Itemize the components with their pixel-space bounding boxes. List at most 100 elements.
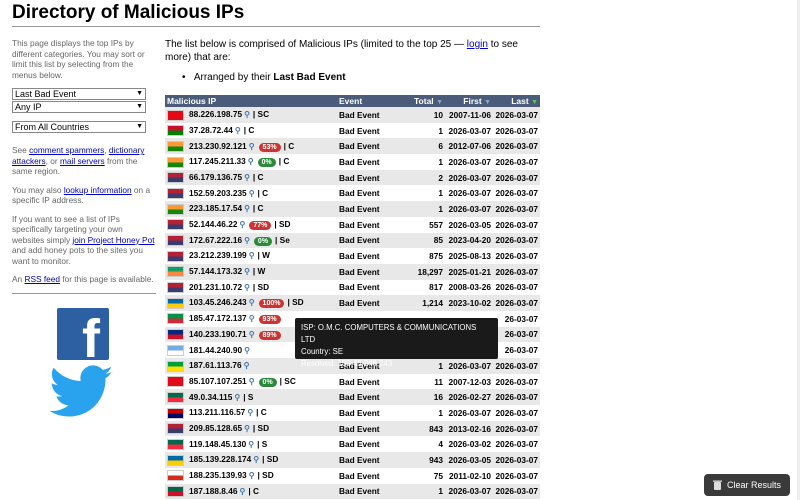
header-total[interactable]: Total ▼ <box>401 95 445 107</box>
ip-address-link[interactable]: 52.144.46.22 <box>189 219 237 229</box>
ip-address-link[interactable]: 223.185.17.54 <box>189 203 242 213</box>
ip-address-link[interactable]: 187.188.8.46 <box>189 486 237 496</box>
ip-address-link[interactable]: 181.44.240.90 <box>189 345 242 355</box>
lookup-information-link[interactable]: lookup information <box>64 185 132 195</box>
magnifier-icon[interactable]: ⚲ <box>244 173 250 182</box>
magnifier-icon[interactable]: ⚲ <box>249 189 255 198</box>
header-event[interactable]: Event <box>337 95 401 107</box>
comment-spammers-link[interactable]: comment spammers <box>29 145 104 155</box>
country-flag-icon <box>167 454 184 466</box>
magnifier-icon[interactable]: ⚲ <box>244 204 250 213</box>
magnifier-icon[interactable]: ⚲ <box>239 487 245 496</box>
ip-address-link[interactable]: 66.179.136.75 <box>189 172 242 182</box>
magnifier-icon[interactable]: ⚲ <box>234 393 240 402</box>
ip-address-link[interactable]: 117.245.211.33 <box>189 156 246 166</box>
country-select[interactable]: From All Countries <box>12 121 146 133</box>
clear-results-button[interactable]: Clear Results <box>704 474 790 496</box>
ip-address-link[interactable]: 188.235.139.93 <box>189 470 247 480</box>
ip-address-link[interactable]: 172.67.222.16 <box>189 235 242 245</box>
country-flag-icon <box>167 172 184 184</box>
category-code: | C <box>283 140 295 151</box>
ip-address-link[interactable]: 57.144.173.32 <box>189 266 242 276</box>
header-last[interactable]: Last ▼ <box>493 95 540 107</box>
magnifier-icon[interactable]: ⚲ <box>244 110 250 119</box>
total-cell: 817 <box>401 279 445 296</box>
first-seen-cell: 2026-03-07 <box>445 201 493 217</box>
magnifier-icon[interactable]: ⚲ <box>248 440 254 449</box>
table-row: 37.28.72.44 ⚲ | C Bad Event 1 2026-03-07 2026-… <box>165 122 540 139</box>
ip-address-link[interactable]: 140.233.190.71 <box>189 329 247 339</box>
table-row: 223.185.17.54 ⚲ | C Bad Event 1 2026-03-07 202… <box>165 201 540 217</box>
first-seen-cell: 2026-03-05 <box>445 216 493 233</box>
table-row: 117.245.211.33 ⚲ 0% | C Bad Event 1 2026-03-07… <box>165 154 540 170</box>
magnifier-icon[interactable]: ⚲ <box>244 236 250 245</box>
threat-score-badge: 53% <box>258 142 281 152</box>
country-flag-icon <box>167 219 184 231</box>
magnifier-icon[interactable]: ⚲ <box>249 298 255 307</box>
event-select[interactable]: Last Bad Event <box>12 88 146 100</box>
magnifier-icon[interactable]: ⚲ <box>235 126 241 135</box>
ip-address-link[interactable]: 37.28.72.44 <box>189 125 233 135</box>
magnifier-icon[interactable]: ⚲ <box>249 142 255 151</box>
category-code: | C <box>257 187 269 198</box>
magnifier-icon[interactable]: ⚲ <box>244 346 250 355</box>
country-flag-icon <box>167 470 184 482</box>
country-flag-icon <box>167 344 184 356</box>
ip-address-link[interactable]: 185.139.228.174 <box>189 454 251 464</box>
threat-score-badge: 0% <box>257 158 276 168</box>
header-ip[interactable]: Malicious IP <box>165 95 337 107</box>
magnifier-icon[interactable]: ⚲ <box>244 283 250 292</box>
magnifier-icon[interactable]: ⚲ <box>249 251 255 260</box>
first-seen-cell: 2025-01-21 <box>445 263 493 280</box>
ip-address-link[interactable]: 23.212.239.199 <box>189 250 247 260</box>
mail-servers-link[interactable]: mail servers <box>60 156 105 166</box>
magnifier-icon[interactable]: ⚲ <box>249 330 255 339</box>
magnifier-icon[interactable]: ⚲ <box>244 267 250 276</box>
login-link[interactable]: login <box>467 39 488 50</box>
ip-cell: 213.230.92.121 ⚲ 53% | C <box>165 138 337 155</box>
magnifier-icon[interactable]: ⚲ <box>244 424 250 433</box>
total-cell: 6 <box>401 138 445 155</box>
table-row: 152.59.203.235 ⚲ | C Bad Event 1 2026-03-07 20… <box>165 185 540 202</box>
ip-address-link[interactable]: 88.226.198.75 <box>189 109 242 119</box>
magnifier-icon[interactable]: ⚲ <box>253 455 259 464</box>
magnifier-icon[interactable]: ⚲ <box>249 314 255 323</box>
last-seen-cell: 2026-03-07 <box>493 248 540 264</box>
table-row: 23.212.239.199 ⚲ | W Bad Event 875 2025-08-13… <box>165 248 540 264</box>
ip-select[interactable]: Any IP <box>12 101 146 113</box>
ip-address-link[interactable]: 201.231.10.72 <box>189 282 242 292</box>
last-seen-cell: 2026-03-07 <box>493 295 540 311</box>
ip-address-link[interactable]: 119.148.45.130 <box>189 439 246 449</box>
table-row: 185.139.228.174 ⚲ | SD Bad Event 943 2026-03-… <box>165 452 540 468</box>
ip-address-link[interactable]: 185.47.172.137 <box>189 313 247 323</box>
ip-address-link[interactable]: 209.85.128.65 <box>189 423 242 433</box>
twitter-icon[interactable] <box>50 364 114 420</box>
last-seen-cell: 2026-03-07 <box>493 420 540 437</box>
ip-cell: 52.144.46.22 ⚲ 77% | SD <box>165 216 337 233</box>
rss-feed-link[interactable]: RSS feed <box>24 274 60 284</box>
magnifier-icon[interactable]: ⚲ <box>239 220 245 229</box>
facebook-icon[interactable]: f <box>57 308 109 366</box>
rss-text: An RSS feed for this page is available. <box>12 274 154 284</box>
ip-address-link[interactable]: 85.107.107.251 <box>189 376 247 386</box>
country-flag-icon <box>167 125 184 137</box>
magnifier-icon[interactable]: ⚲ <box>247 408 253 417</box>
magnifier-icon[interactable]: ⚲ <box>244 361 250 370</box>
category-code: | SC <box>279 375 296 386</box>
header-first[interactable]: First ▼ <box>445 95 493 107</box>
ip-address-link[interactable]: 187.61.113.76 <box>189 360 242 370</box>
table-row: 113.211.116.57 ⚲ | C Bad Event 1 2026-03-07 20… <box>165 405 540 421</box>
magnifier-icon[interactable]: ⚲ <box>249 377 255 386</box>
magnifier-icon[interactable]: ⚲ <box>248 157 254 166</box>
ip-address-link[interactable]: 213.230.92.121 <box>189 141 247 151</box>
ip-address-link[interactable]: 49.0.34.115 <box>189 392 232 402</box>
magnifier-icon[interactable]: ⚲ <box>249 471 255 480</box>
category-code: | SD <box>287 297 304 308</box>
join-honeypot-link[interactable]: join Project Honey Pot <box>72 235 154 245</box>
ip-address-link[interactable]: 152.59.203.235 <box>189 188 247 198</box>
ip-cell: 187.188.8.46 ⚲ | C <box>165 483 337 500</box>
total-cell: 11 <box>401 373 445 390</box>
ip-address-link[interactable]: 113.211.116.57 <box>189 407 245 417</box>
ip-address-link[interactable]: 103.45.246.243 <box>189 297 247 307</box>
country-flag-icon <box>167 109 184 121</box>
